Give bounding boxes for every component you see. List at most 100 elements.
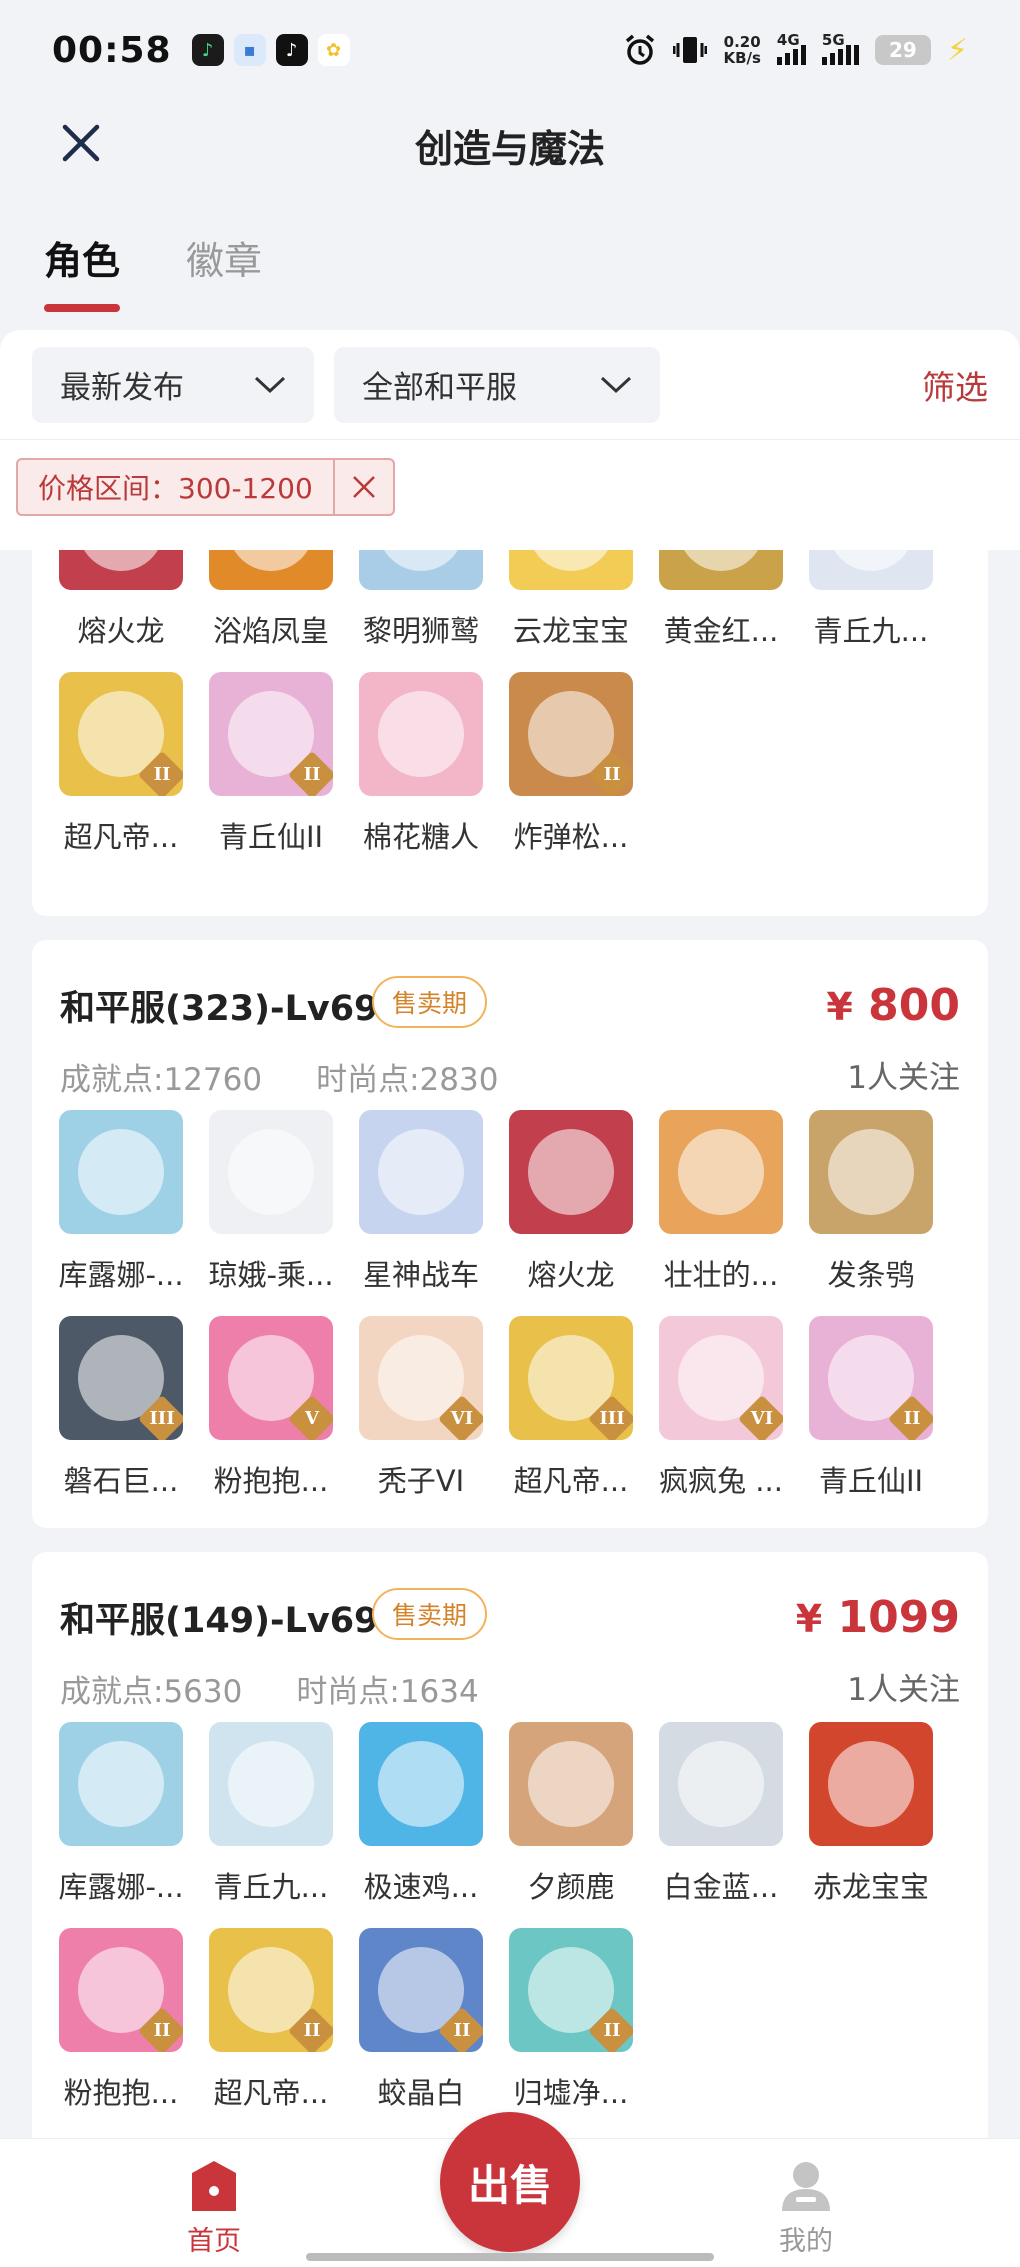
page-title: 创造与魔法 (414, 126, 605, 171)
character-item[interactable]: VI 秃子VI (346, 1316, 496, 1522)
character-item[interactable]: 青丘九... (196, 1722, 346, 1928)
character-item[interactable]: 星神战车 (346, 1110, 496, 1316)
character-image (677, 1740, 765, 1828)
character-item[interactable]: 赤龙宝宝 (796, 1722, 946, 1928)
header: 创造与魔法 (0, 100, 1020, 190)
character-name: 云龙宝宝 (512, 614, 629, 648)
sell-button[interactable]: 出售 (440, 2112, 580, 2252)
character-name: 琼娥-乘... (208, 1258, 334, 1292)
character-item[interactable]: II 炸弹松... (496, 672, 646, 878)
item-grid: 库露娜-... 琼娥-乘... 星神战车 熔火龙 壮壮的... 发条鸮 III 磐石巨... V… (32, 1110, 988, 1522)
signal-5g-icon: 5G (821, 31, 859, 65)
character-name: 炸弹松... (513, 820, 629, 854)
close-icon (62, 124, 100, 162)
character-thumbnail: II (809, 1316, 933, 1440)
tier-badge: II (587, 2006, 633, 2052)
character-item[interactable]: 库露娜-... (46, 1722, 196, 1928)
character-name: 磐石巨... (63, 1464, 179, 1498)
character-thumbnail: VI (659, 1316, 783, 1440)
vibrate-icon (673, 37, 708, 63)
server-dropdown-label: 全部和平服 (362, 370, 517, 406)
character-thumbnail (209, 1110, 333, 1234)
character-item[interactable]: II 青丘仙II (796, 1316, 946, 1522)
sort-dropdown[interactable]: 最新发布 (32, 346, 314, 423)
character-name: 熔火龙 (77, 614, 165, 648)
character-thumbnail (659, 1722, 783, 1846)
character-item[interactable]: 棉花糖人 (346, 672, 496, 878)
character-image (227, 1128, 315, 1216)
character-image (527, 1128, 615, 1216)
character-image (227, 1740, 315, 1828)
tier-badge: II (437, 2006, 483, 2052)
character-item[interactable]: 熔火龙 (496, 1110, 646, 1316)
character-item[interactable]: 白金蓝... (646, 1722, 796, 1928)
listing-price: ¥ 800 (826, 980, 960, 1031)
server-dropdown[interactable]: 全部和平服 (334, 346, 660, 423)
character-thumbnail (359, 672, 483, 796)
character-item[interactable]: 库露娜-... (46, 1110, 196, 1316)
character-item[interactable]: 夕颜鹿 (496, 1722, 646, 1928)
nav-mine[interactable]: 我的 (774, 2159, 838, 2258)
character-name: 库露娜-... (58, 1258, 184, 1292)
chevron-down-icon (600, 376, 632, 393)
character-item[interactable]: 发条鸮 (796, 1110, 946, 1316)
message-app-icon: ▪ (233, 34, 266, 66)
character-item[interactable]: II 蛟晶白 (346, 1928, 496, 2134)
user-icon (782, 2162, 830, 2211)
character-name: 发条鸮 (827, 1258, 915, 1292)
tab-badge[interactable]: 徽章 (186, 230, 262, 308)
character-name: 极速鸡... (363, 1870, 479, 1904)
chip-remove-button[interactable] (332, 460, 393, 514)
character-item[interactable]: 极速鸡... (346, 1722, 496, 1928)
nav-home[interactable]: 首页 (182, 2159, 246, 2258)
character-name: 超凡帝... (213, 2076, 329, 2110)
character-thumbnail (209, 1722, 333, 1846)
character-thumbnail (359, 1110, 483, 1234)
character-image (677, 1128, 765, 1216)
character-item[interactable]: II 超凡帝... (196, 1928, 346, 2134)
charging-icon: ⚡ (946, 32, 968, 68)
character-item[interactable]: V 粉抱抱... (196, 1316, 346, 1522)
character-image (377, 1740, 465, 1828)
character-item[interactable]: VI 疯疯兔 ... (646, 1316, 796, 1522)
chevron-down-icon (254, 376, 286, 393)
character-item[interactable]: 壮壮的... (646, 1110, 796, 1316)
character-name: 归墟净... (513, 2076, 629, 2110)
character-item[interactable]: 琼娥-乘... (196, 1110, 346, 1316)
character-item[interactable]: III 磐石巨... (46, 1316, 196, 1522)
character-name: 青丘九... (813, 614, 929, 648)
music-app-icon: ♪ (191, 34, 224, 66)
character-thumbnail: II (59, 672, 183, 796)
character-thumbnail (509, 1110, 633, 1234)
character-thumbnail: II (209, 672, 333, 796)
character-name: 青丘仙II (218, 820, 324, 854)
close-icon (352, 476, 375, 498)
character-name: 棉花糖人 (362, 820, 479, 854)
listing-card[interactable]: 熔火龙 浴焰凤皇 黎明狮鹫 云龙宝宝 黄金红... 青丘九... II 超凡帝... II 青丘仙… (32, 500, 988, 916)
listing-stats: 成就点:5630 时尚点:1634 (60, 1674, 479, 1710)
price-range-chip: 价格区间：300-1200 (16, 458, 395, 516)
tier-badge: II (287, 2006, 333, 2052)
close-button[interactable] (52, 114, 110, 172)
tab-role[interactable]: 角色 (44, 230, 121, 312)
character-thumbnail: II (59, 1928, 183, 2052)
character-item[interactable]: II 青丘仙II (196, 672, 346, 878)
character-name: 壮壮的... (663, 1258, 779, 1292)
listing-stats: 成就点:12760 时尚点:2830 (60, 1062, 499, 1098)
home-indicator (306, 2253, 714, 2261)
character-item[interactable]: II 粉抱抱... (46, 1928, 196, 2134)
character-item[interactable]: III 超凡帝... (496, 1316, 646, 1522)
listing-title: 和平服(149)-Lv69 (60, 1601, 379, 1641)
character-name: 超凡帝... (63, 820, 179, 854)
character-name: 赤龙宝宝 (812, 1870, 929, 1904)
status-badge: 售卖期 (372, 1588, 488, 1640)
listing-card[interactable]: 和平服(323)-Lv69 售卖期 ¥ 800 成就点:12760 时尚点:283… (32, 940, 988, 1528)
character-item[interactable]: II 归墟净... (496, 1928, 646, 2134)
status-bar: 00:58 ♪ ▪ ♪ ✿ 0.20 KB/s 4G 5G 29 ⚡ (0, 0, 1020, 100)
followers-count: 1人关注 (847, 1672, 960, 1708)
listing-card[interactable]: 和平服(149)-Lv69 售卖期 ¥ 1099 成就点:5630 时尚点:163… (32, 1552, 988, 2152)
tab-bar: 角色 徽章 (0, 230, 1020, 312)
character-item[interactable]: II 超凡帝... (46, 672, 196, 878)
home-icon (192, 2161, 236, 2211)
filter-button[interactable]: 筛选 (922, 361, 988, 409)
